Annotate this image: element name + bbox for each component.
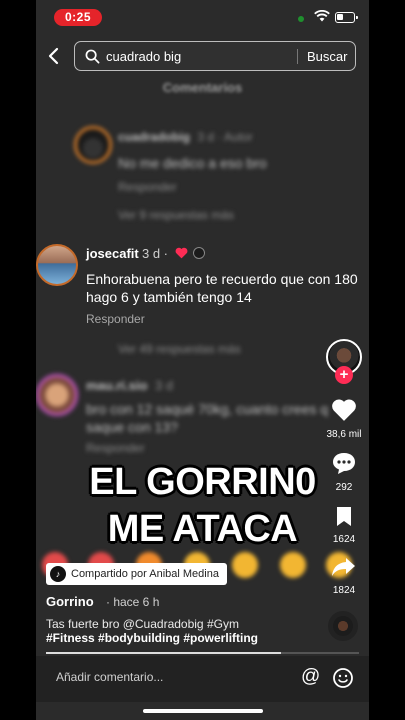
comment-author[interactable]: cuadradobig 3 d · Autor bbox=[118, 130, 253, 144]
heart-icon bbox=[332, 399, 356, 421]
post-time: · hace 6 h bbox=[106, 595, 160, 609]
comment-count: 292 bbox=[335, 482, 353, 493]
battery-icon bbox=[335, 12, 358, 23]
shared-by-label: Compartido por Anibal Medina bbox=[71, 568, 219, 580]
more-replies-link[interactable]: Ver 9 respuestas más bbox=[118, 208, 234, 222]
avatar[interactable] bbox=[36, 374, 78, 416]
emoji-icon[interactable] bbox=[332, 667, 354, 689]
creator-avatar-mini bbox=[193, 247, 205, 259]
avatar[interactable] bbox=[74, 126, 112, 164]
follow-plus-icon[interactable]: + bbox=[335, 366, 353, 384]
comment-input-bar[interactable]: Añadir comentario... @ bbox=[36, 656, 369, 702]
like-count: 38,6 mil bbox=[326, 429, 362, 440]
share-arrow-icon bbox=[332, 558, 355, 576]
left-letterbox bbox=[0, 0, 36, 720]
comment-author[interactable]: josecafit bbox=[86, 246, 139, 261]
comment-button[interactable]: 292 bbox=[321, 451, 367, 493]
comment-time: 3 d · bbox=[142, 246, 169, 261]
post-hashtags[interactable]: #Fitness #bodybuilding #powerlifting bbox=[46, 631, 258, 645]
heart-icon bbox=[175, 247, 188, 259]
save-button[interactable]: 1624 bbox=[321, 505, 367, 545]
like-button[interactable]: 38,6 mil bbox=[321, 398, 367, 440]
recording-timer[interactable]: 0:25 bbox=[54, 9, 102, 26]
search-button[interactable]: Buscar bbox=[307, 49, 347, 64]
status-bar: 0:25 bbox=[36, 0, 369, 34]
post-description: Tas fuerte bro @Cuadradobig #Gym bbox=[46, 617, 239, 631]
search-bar[interactable]: cuadrado big Buscar bbox=[74, 41, 356, 71]
bookmark-icon bbox=[337, 507, 351, 526]
video-caption-line-1: EL GORRIN0 bbox=[89, 461, 316, 503]
comment-bubble-icon bbox=[333, 453, 355, 474]
search-input[interactable]: cuadrado big bbox=[106, 49, 181, 64]
more-replies-link[interactable]: Ver 49 respuestas más bbox=[118, 342, 241, 356]
home-indicator[interactable] bbox=[143, 709, 263, 713]
comment-text: bro con 12 saqué 70kg, cuanto crees q sa… bbox=[86, 401, 329, 435]
reply-link[interactable]: Responder bbox=[118, 180, 177, 194]
camera-indicator bbox=[298, 16, 304, 22]
comments-title: Comentarios bbox=[162, 80, 243, 95]
search-divider bbox=[297, 49, 298, 64]
video-screen[interactable]: 0:25 Comentarios cuadradobig 3 d · Autor… bbox=[36, 0, 369, 720]
wifi-icon bbox=[314, 10, 330, 22]
back-arrow-icon[interactable] bbox=[46, 46, 62, 66]
avatar[interactable] bbox=[36, 244, 78, 286]
comment-text: Enhorabuena pero te recuerdo que con 180… bbox=[86, 271, 358, 305]
comment-text: No me dedico a eso bro bbox=[118, 155, 267, 171]
save-count: 1624 bbox=[332, 534, 356, 545]
video-caption-line-2: ME ATACA bbox=[107, 508, 298, 550]
reply-link[interactable]: Responder bbox=[86, 441, 145, 455]
comment-author[interactable]: mau.ri.sio 3 d bbox=[86, 378, 173, 393]
share-button[interactable]: 1824 bbox=[321, 556, 367, 596]
video-progress-bar[interactable] bbox=[46, 652, 359, 654]
music-disc-icon[interactable] bbox=[328, 611, 358, 641]
right-letterbox bbox=[369, 0, 405, 720]
at-icon[interactable]: @ bbox=[301, 666, 320, 688]
shared-by-badge[interactable]: ♪ Compartido por Anibal Medina bbox=[46, 563, 227, 585]
comment-input[interactable]: Añadir comentario... bbox=[56, 670, 163, 684]
search-icon bbox=[85, 49, 100, 64]
share-count: 1824 bbox=[332, 585, 356, 596]
post-author[interactable]: Gorrino bbox=[46, 594, 94, 609]
reply-link[interactable]: Responder bbox=[86, 312, 145, 326]
video-progress-fill bbox=[46, 652, 281, 654]
music-note-icon: ♪ bbox=[50, 566, 66, 582]
